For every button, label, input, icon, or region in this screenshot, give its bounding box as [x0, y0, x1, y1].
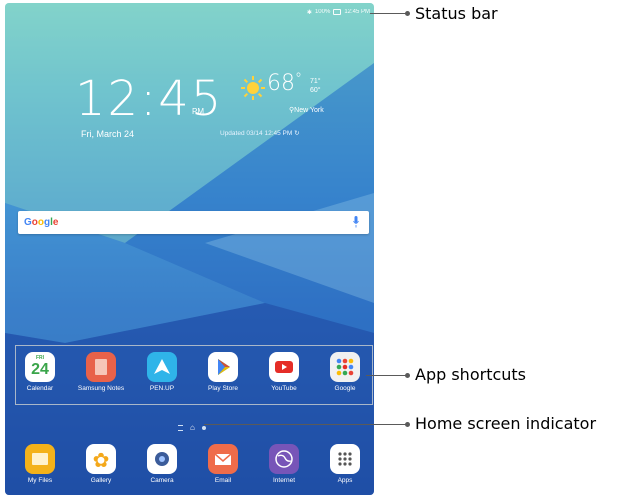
page-dot-icon	[201, 425, 206, 430]
sun-icon	[241, 76, 265, 100]
app-pen-up[interactable]: PEN.UP	[134, 352, 190, 392]
google-folder-icon	[330, 352, 360, 382]
app-play-store[interactable]: Play Store	[195, 352, 251, 392]
weather-location: ⚲New York	[289, 107, 324, 114]
status-time: 12:45 PM	[344, 9, 370, 15]
status-bar-callout-line	[370, 13, 408, 14]
wifi-icon: ✱	[306, 9, 312, 16]
menu-lines-icon	[178, 424, 183, 431]
app-shortcuts-label: App shortcuts	[415, 365, 527, 384]
app-samsung-notes[interactable]: Samsung Notes	[73, 352, 129, 392]
clock-ampm: PM	[192, 107, 204, 116]
apps-grid-icon	[330, 444, 360, 474]
app-shortcuts-callout-dot	[405, 373, 410, 378]
dock-my-files[interactable]: My Files	[12, 444, 68, 484]
app-youtube[interactable]: YouTube	[256, 352, 312, 392]
gallery-flower-icon: ✿	[86, 444, 116, 474]
camera-icon	[147, 444, 177, 474]
clock-time[interactable]: 12:45	[75, 71, 223, 127]
tablet-screen: ✱ 100% 12:45 PM 12:45 PM Fri, March 24 6…	[5, 3, 374, 495]
weather-high-low: 71° 60°	[310, 78, 321, 94]
weather-temp[interactable]: 68°	[267, 71, 302, 96]
notes-icon	[86, 352, 116, 382]
clock-date: Fri, March 24	[81, 129, 135, 139]
weather-updated: Updated 03/14 12:45 PM ↻	[220, 130, 300, 137]
email-icon	[208, 444, 238, 474]
pen-up-icon	[147, 352, 177, 382]
battery-icon	[333, 9, 342, 15]
home-indicator-callout-dot	[405, 422, 410, 427]
calendar-icon: FRI 24	[25, 352, 55, 382]
dock-internet[interactable]: Internet	[256, 444, 312, 484]
dock-email[interactable]: Email	[195, 444, 251, 484]
folder-icon	[25, 444, 55, 474]
dock-apps[interactable]: Apps	[317, 444, 373, 484]
home-indicator-label: Home screen indicator	[415, 414, 597, 433]
play-store-icon	[208, 352, 238, 382]
app-google-folder[interactable]: Google	[317, 352, 373, 392]
dock-gallery[interactable]: ✿ Gallery	[73, 444, 129, 484]
status-bar-callout-dot	[405, 11, 410, 16]
internet-globe-icon	[269, 444, 299, 474]
battery-percent: 100%	[314, 9, 331, 15]
status-bar: ✱ 100% 12:45 PM	[307, 6, 370, 18]
status-bar-label: Status bar	[415, 4, 498, 23]
dock-camera[interactable]: Camera	[134, 444, 190, 484]
mic-icon[interactable]	[353, 216, 359, 228]
youtube-icon	[269, 352, 299, 382]
google-logo: Google	[24, 217, 59, 228]
home-screen-indicator[interactable]: ⌂	[178, 423, 206, 432]
google-search-bar[interactable]: Google	[18, 211, 369, 234]
app-calendar[interactable]: FRI 24 Calendar	[12, 352, 68, 392]
home-icon: ⌂	[190, 423, 195, 432]
app-shortcuts-callout-line	[366, 375, 408, 376]
home-indicator-callout-line	[204, 424, 408, 425]
